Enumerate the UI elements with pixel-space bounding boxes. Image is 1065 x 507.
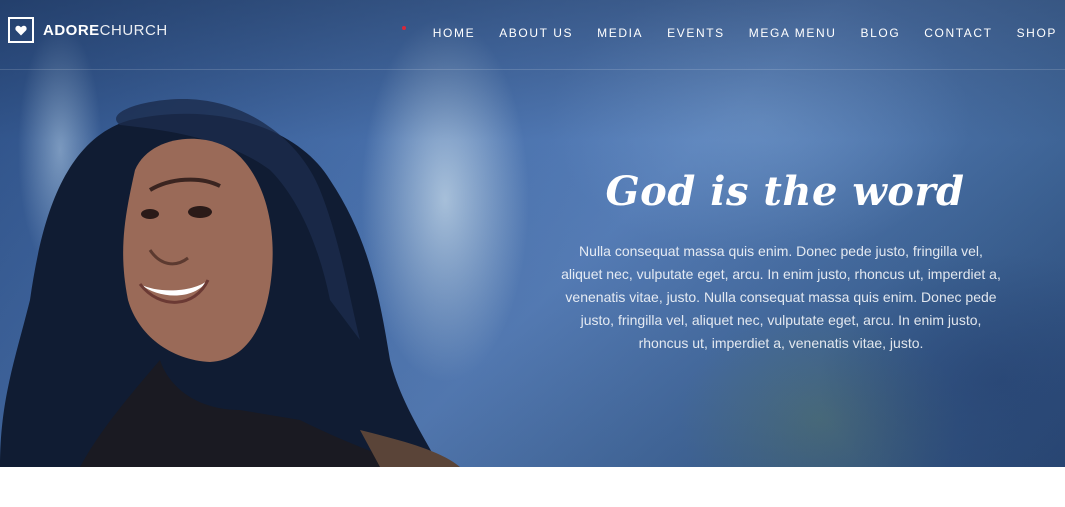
nav-item-media[interactable]: MEDIA — [597, 26, 643, 40]
site-logo[interactable]: ADORECHURCH — [8, 17, 168, 43]
main-navigation: ADORECHURCH HOME ABOUT US MEDIA EVENTS M… — [0, 0, 1065, 70]
nav-item-shop[interactable]: SHOP — [1017, 26, 1057, 40]
nav-item-home[interactable]: HOME — [433, 26, 475, 40]
nav-indicator-dot — [402, 26, 406, 30]
hero-title: God is the word — [605, 168, 965, 215]
hero-banner: ADORECHURCH HOME ABOUT US MEDIA EVENTS M… — [0, 0, 1065, 467]
nav-item-events[interactable]: EVENTS — [667, 26, 725, 40]
hero-description: Nulla consequat massa quis enim. Donec p… — [561, 243, 1001, 351]
nav-item-mega-menu[interactable]: MEGA MENU — [749, 26, 837, 40]
content-area — [0, 467, 1065, 507]
brand-name-bold: ADORE — [43, 21, 100, 39]
nav-item-contact[interactable]: CONTACT — [924, 26, 992, 40]
brand-name-light: CHURCH — [99, 21, 168, 39]
brand-name: ADORECHURCH — [43, 22, 168, 39]
nav-item-about-us[interactable]: ABOUT US — [499, 26, 573, 40]
nav-menu: HOME ABOUT US MEDIA EVENTS MEGA MENU BLO… — [409, 26, 1057, 40]
nav-item-blog[interactable]: BLOG — [861, 26, 901, 40]
hero-portrait-image — [0, 99, 460, 467]
heart-icon — [8, 17, 34, 43]
